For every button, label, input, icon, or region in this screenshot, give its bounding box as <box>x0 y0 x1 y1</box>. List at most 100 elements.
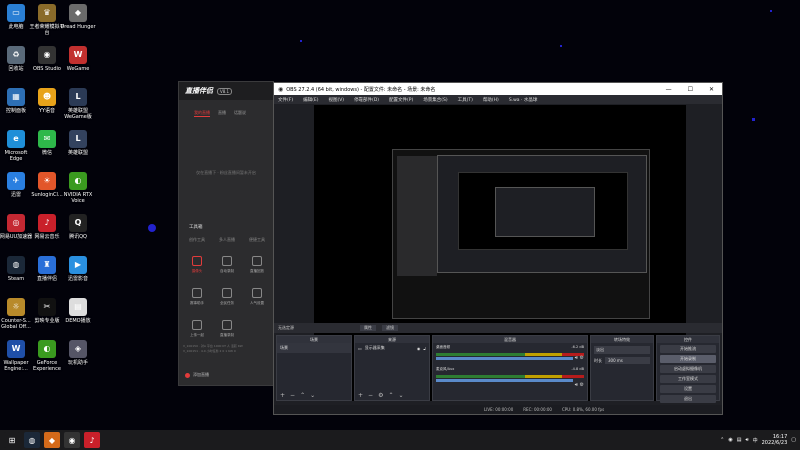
remove-icon[interactable]: − <box>290 392 295 399</box>
add-icon[interactable]: + <box>358 392 363 399</box>
maximize-icon[interactable]: ☐ <box>688 86 693 93</box>
tray-up-icon[interactable]: ⌃ <box>720 437 724 443</box>
menu-item[interactable]: 视图(V) <box>328 97 344 103</box>
sources-title: 来源 <box>355 336 429 343</box>
zhibo-logo: 直播伴侣 <box>185 87 213 95</box>
zhibo-version-badge: V8.1 <box>217 87 233 95</box>
filters-button[interactable]: 滤镜 <box>382 325 398 331</box>
minimize-icon[interactable]: — <box>666 86 672 93</box>
menu-item[interactable]: 编辑(E) <box>303 97 318 103</box>
toolbox-item[interactable]: 人气设置 <box>245 288 269 306</box>
desktop-icon[interactable]: L 英雄联盟WeGame版 <box>60 88 96 120</box>
menu-item[interactable]: S.wa · 水晶球 <box>509 97 538 103</box>
toolbox-tab[interactable]: 创作工具 <box>189 237 205 243</box>
menu-item[interactable]: 帮助(H) <box>483 97 499 103</box>
app-icon: L <box>69 130 87 148</box>
obs-taskbar-icon[interactable]: ◉ <box>64 432 80 448</box>
add-icon[interactable]: + <box>280 392 285 399</box>
channel-label: 桌面音频 <box>436 345 450 349</box>
start-streaming-button[interactable]: 开始推流 <box>660 345 716 353</box>
zhibo-tabs: 我的直播 直播 话题说 <box>179 100 273 117</box>
app-icon: ◐ <box>38 340 56 358</box>
exit-button[interactable]: 退出 <box>660 395 716 403</box>
start-recording-button[interactable]: 开始录制 <box>660 355 716 363</box>
source-label: 显示器采集 <box>364 345 385 350</box>
volume-icon[interactable]: 🔊︎ <box>745 437 748 443</box>
desktop-icon-label: 英雄联盟WeGame版 <box>64 108 92 120</box>
toolbox-tab[interactable]: 便捷工具 <box>249 237 265 243</box>
toolbox-item[interactable]: 全民任务 <box>215 288 239 306</box>
add-live-button[interactable]: 添加直播 <box>185 372 209 378</box>
toolbox-item[interactable]: 直播录制 <box>215 320 239 338</box>
steam-taskbar-icon[interactable]: ◍ <box>24 432 40 448</box>
desktop-icon[interactable]: ◐ NVIDIA RTX Voice <box>60 172 96 204</box>
menu-item[interactable]: 场景集合(S) <box>423 97 447 103</box>
clock[interactable]: 16:17 2022/6/23 <box>762 434 788 446</box>
eye-icon[interactable]: ◉ <box>417 346 421 351</box>
app-icon: ▤ <box>69 298 87 316</box>
menu-item[interactable]: 文件(F) <box>278 97 293 103</box>
toolbox-item[interactable]: 直播回放 <box>245 256 269 274</box>
speaker-icon[interactable]: 🔊︎ ⚙ <box>575 382 584 388</box>
network-icon[interactable]: ▤ <box>737 437 742 443</box>
channel-db: -6.2 dB <box>571 345 584 349</box>
toolbox-tabs: 创作工具 多人直播 便捷工具 <box>189 237 265 243</box>
speaker-icon[interactable]: 🔊︎ ⚙ <box>575 355 584 361</box>
tool-icon <box>222 288 232 298</box>
desktop-icon[interactable]: ▤ DEMO播放 <box>60 298 96 324</box>
toolbox-item[interactable]: 上传一起 <box>185 320 209 338</box>
properties-button[interactable]: 属性 <box>360 325 376 331</box>
scene-item[interactable]: 场景 <box>277 343 351 353</box>
settings-button[interactable]: 设置 <box>660 385 716 393</box>
app-icon: ▶ <box>69 256 87 274</box>
toolbox-item[interactable]: 自动录制 <box>215 256 239 274</box>
preview-desktop-icons <box>314 105 354 305</box>
up-arrow-icon[interactable]: ⌃ <box>388 392 393 399</box>
desktop-icon[interactable]: Q 腾讯QQ <box>60 214 96 240</box>
menu-item[interactable]: 停靠部件(D) <box>354 97 379 103</box>
menu-item[interactable]: 工具(T) <box>458 97 473 103</box>
duration-field[interactable]: 300 ms <box>605 357 650 364</box>
toolbox-item[interactable]: 赛事助手 <box>185 288 209 306</box>
app-icon: ◆ <box>69 4 87 22</box>
virtual-camera-button[interactable]: 启动虚拟摄像机 <box>660 365 716 373</box>
tool-icon <box>192 320 202 330</box>
tab-topic[interactable]: 话题说 <box>234 110 246 117</box>
tab-live[interactable]: 直播 <box>218 110 226 117</box>
desktop-icon[interactable]: ▶ 迅雷影音 <box>60 256 96 282</box>
tray-app-icon[interactable]: ◉ <box>728 437 732 443</box>
transition-select[interactable]: 淡出 <box>594 346 650 354</box>
tool-icon <box>222 256 232 266</box>
game-taskbar-icon[interactable]: ◆ <box>44 432 60 448</box>
nested-zhibo <box>397 156 437 276</box>
desktop-icon-label: WeGame <box>66 66 90 72</box>
volume-slider[interactable] <box>436 357 573 360</box>
studio-mode-button[interactable]: 工作室模式 <box>660 375 716 383</box>
volume-slider[interactable] <box>436 379 573 382</box>
app-icon: L <box>69 88 87 106</box>
toolbox-tab[interactable]: 多人直播 <box>219 237 235 243</box>
desktop-icon[interactable]: W WeGame <box>60 46 96 72</box>
source-item[interactable]: ▭ 显示器采集 ◉ 🔓︎ <box>355 343 429 353</box>
menu-item[interactable]: 配置文件(P) <box>389 97 413 103</box>
app-icon: ☻ <box>38 88 56 106</box>
language-indicator[interactable]: 中 <box>753 437 758 444</box>
up-arrow-icon[interactable]: ⌃ <box>300 392 305 399</box>
start-taskbar-icon[interactable]: ⊞ <box>4 432 20 448</box>
desktop-icon[interactable]: ◈ 玩机助手 <box>60 340 96 366</box>
app-icon: ◉ <box>38 46 56 64</box>
notification-icon[interactable]: ▢ <box>791 437 796 443</box>
desktop-icon[interactable]: ◆ Dread Hunger <box>60 4 96 30</box>
app-icon: ◍ <box>7 256 25 274</box>
toolbox-item[interactable]: 摄像头 <box>185 256 209 274</box>
tab-my-live[interactable]: 我的直播 <box>194 110 210 117</box>
gear-icon[interactable]: ⚙ <box>378 392 383 399</box>
remove-icon[interactable]: − <box>368 392 373 399</box>
close-icon[interactable]: ✕ <box>709 86 714 93</box>
nested-obs <box>437 155 647 273</box>
down-arrow-icon[interactable]: ⌄ <box>310 392 315 399</box>
lock-icon[interactable]: 🔓︎ <box>423 346 426 351</box>
desktop-icon[interactable]: L 英雄联盟 <box>60 130 96 156</box>
down-arrow-icon[interactable]: ⌄ <box>398 392 403 399</box>
netease-taskbar-icon[interactable]: ♪ <box>84 432 100 448</box>
